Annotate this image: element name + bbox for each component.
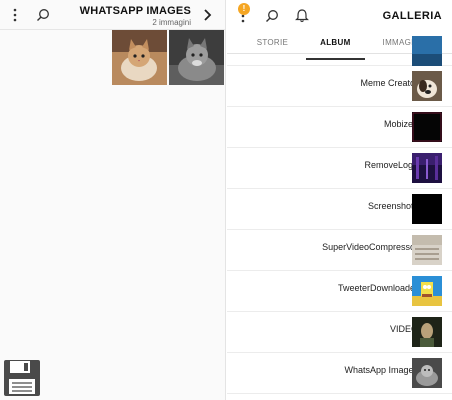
save-floppy-icon: [4, 360, 40, 396]
album-row[interactable]: Mobizen 1: [227, 107, 452, 148]
search-icon[interactable]: [36, 8, 50, 22]
album-name: SuperVideoCompressor: [322, 242, 418, 252]
album-thumbnail: [412, 358, 442, 388]
tab-album[interactable]: ALBUM: [305, 38, 366, 60]
gallery-pane: ! GALLERIA STORIE ALBUM IMMAGINI 1 Meme …: [227, 0, 452, 400]
album-name: RemoveLogo: [364, 160, 418, 170]
album-name: Meme Creator: [360, 78, 418, 88]
album-thumbnail: [412, 235, 442, 265]
album-thumbnail: [412, 112, 442, 142]
album-row[interactable]: SuperVideoCompressor 1: [227, 230, 452, 271]
album-image-count: 2 immagini: [152, 18, 191, 27]
album-thumbnail: [412, 153, 442, 183]
album-header: WHATSAPP IMAGES 2 immagini: [0, 0, 225, 30]
image-thumbnail-cat-2[interactable]: [169, 30, 224, 85]
album-list: 1 Meme Creator 1 Mobizen 1: [227, 36, 452, 394]
album-name: Screenshots: [367, 201, 418, 211]
notification-badge: !: [238, 3, 250, 15]
album-thumbnail: [412, 276, 442, 306]
album-row[interactable]: Meme Creator 1: [227, 66, 452, 107]
album-thumbnail: [412, 317, 442, 347]
album-row[interactable]: WhatsApp Images 2: [227, 353, 452, 394]
search-icon[interactable]: [265, 9, 279, 23]
album-thumbnail: [412, 194, 442, 224]
more-vertical-icon[interactable]: [12, 8, 18, 22]
image-grid: [112, 30, 224, 85]
image-thumbnail-cat-1[interactable]: [112, 30, 167, 85]
gallery-header: ! GALLERIA: [227, 0, 452, 32]
album-title: WHATSAPP IMAGES: [79, 5, 191, 17]
album-row[interactable]: RemoveLogo 1: [227, 148, 452, 189]
album-thumbnail: [412, 36, 442, 66]
tab-storie[interactable]: STORIE: [257, 38, 288, 53]
bell-icon[interactable]: [295, 8, 309, 23]
album-row[interactable]: 1: [227, 36, 452, 66]
album-row[interactable]: VIDEO 1: [227, 312, 452, 353]
album-row[interactable]: TweeterDownloader 2: [227, 271, 452, 312]
album-detail-pane: WHATSAPP IMAGES 2 immagini: [0, 0, 226, 400]
album-row[interactable]: Screenshots 5: [227, 189, 452, 230]
album-name: TweeterDownloader: [337, 283, 418, 293]
chevron-left-icon[interactable]: [199, 7, 215, 23]
album-name: WhatsApp Images: [344, 365, 418, 375]
app-title: GALLERIA: [382, 10, 442, 22]
album-thumbnail: [412, 71, 442, 101]
